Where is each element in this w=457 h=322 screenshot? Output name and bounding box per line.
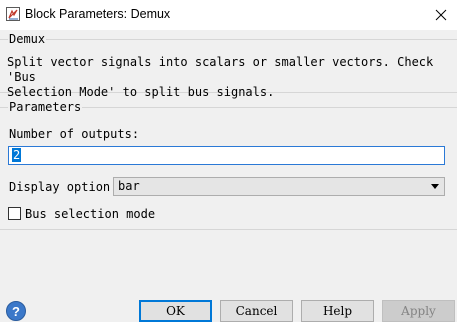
bus-selection-mode-checkbox[interactable] [8, 207, 21, 220]
parameters-group-title: Parameters [8, 100, 83, 114]
chevron-down-icon [431, 184, 439, 189]
number-of-outputs-input[interactable]: 2 [8, 146, 445, 165]
window-title: Block Parameters: Demux [25, 7, 171, 21]
ok-button[interactable]: OK [139, 300, 212, 322]
help-icon[interactable]: ? [6, 301, 26, 321]
close-icon [435, 9, 447, 21]
close-button[interactable] [425, 0, 457, 30]
title-bar: Block Parameters: Demux [0, 0, 457, 30]
cancel-button[interactable]: Cancel [220, 300, 293, 322]
block-description: Split vector signals into scalars or sma… [7, 55, 434, 99]
simulink-block-icon [6, 7, 20, 21]
outputs-value: 2 [12, 148, 22, 162]
description-group-title: Demux [8, 32, 47, 46]
display-option-value: bar [118, 179, 140, 193]
display-option-label: Display option: [9, 180, 118, 194]
outputs-label: Number of outputs: [9, 127, 140, 141]
display-option-select[interactable]: bar [113, 177, 445, 196]
help-button[interactable]: Help [301, 300, 374, 322]
bus-selection-mode-label[interactable]: Bus selection mode [25, 207, 155, 221]
apply-button[interactable]: Apply [382, 300, 455, 322]
